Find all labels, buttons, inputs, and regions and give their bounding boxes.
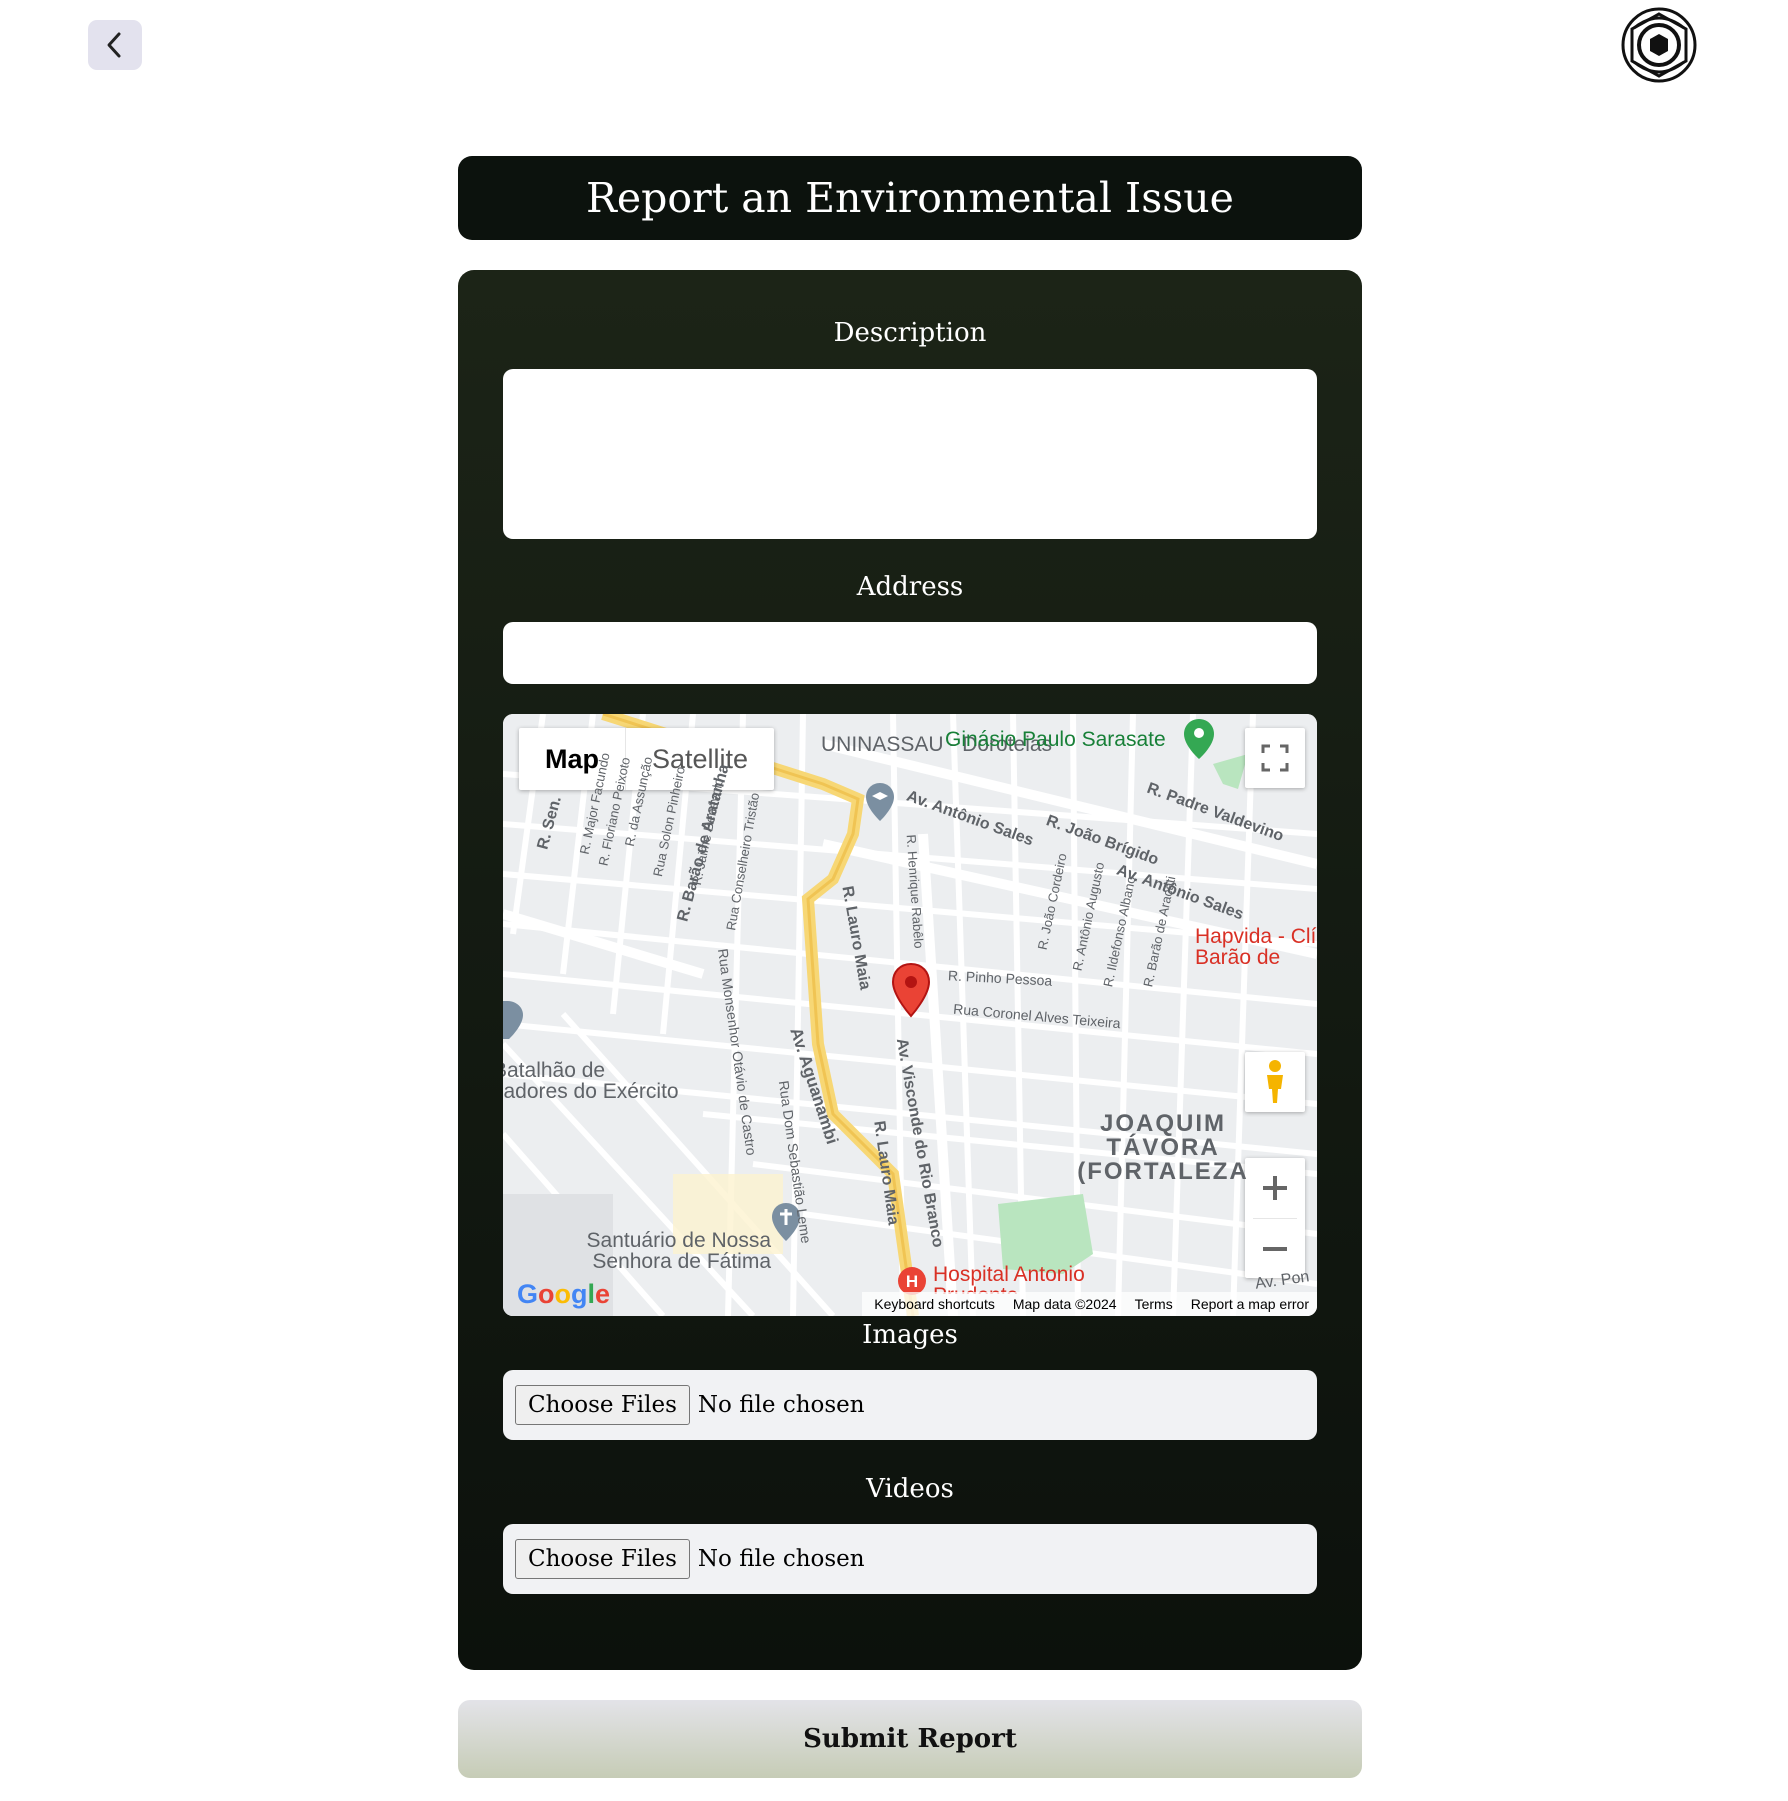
fullscreen-button[interactable] xyxy=(1245,728,1305,788)
keyboard-shortcuts-link[interactable]: Keyboard shortcuts xyxy=(874,1296,995,1312)
report-map-error-link[interactable]: Report a map error xyxy=(1191,1296,1309,1312)
back-button[interactable] xyxy=(88,20,142,70)
zoom-out-button[interactable] xyxy=(1261,1219,1289,1278)
location-map[interactable]: Map Satellite H UNINASSAU - Doroteias Gi… xyxy=(503,714,1317,1316)
poi-uninassau-label: UNINASSAU - Doroteias xyxy=(821,733,1053,756)
poi-hapvida-label: Hapvida - Clí Barão de Stu xyxy=(1195,926,1317,970)
images-file-status: No file chosen xyxy=(697,1392,865,1418)
pegman-icon xyxy=(1267,1060,1283,1103)
zoom-in-button[interactable] xyxy=(1261,1158,1289,1218)
description-field[interactable] xyxy=(503,369,1317,539)
videos-file-status: No file chosen xyxy=(697,1546,865,1572)
hexagon-badge-logo-icon xyxy=(1621,7,1697,83)
school-pin-icon xyxy=(866,783,894,821)
svg-text:H: H xyxy=(906,1272,918,1291)
map-attribution: Keyboard shortcuts Map data ©2024 Terms … xyxy=(862,1292,1317,1316)
google-logo: Google xyxy=(517,1279,611,1309)
green-poi-pin-icon xyxy=(1184,719,1214,759)
images-choose-files-button[interactable]: Choose Files xyxy=(515,1385,690,1425)
images-file-input[interactable]: Choose Files No file chosen xyxy=(503,1370,1317,1440)
poi-santuario-label: Santuário de Nossa Senhora de Fátima xyxy=(586,1229,771,1273)
street-view-pegman[interactable] xyxy=(1245,1052,1305,1112)
chevron-left-icon xyxy=(107,32,121,58)
plus-icon xyxy=(1263,1176,1287,1200)
poi-ginasio-label: Ginásio Paulo Sarasate xyxy=(945,728,1166,751)
location-marker-icon[interactable] xyxy=(891,962,931,1018)
images-label: Images xyxy=(862,1320,958,1350)
poi-hospital-label: Hospital Antonio Prudente xyxy=(933,1264,1085,1294)
report-form: Description Address Map Satellite H UNIN… xyxy=(458,270,1362,1670)
map-data-text: Map data ©2024 xyxy=(1012,1296,1117,1312)
fullscreen-icon xyxy=(1261,744,1289,772)
terms-link[interactable]: Terms xyxy=(1135,1296,1173,1312)
description-label: Description xyxy=(833,318,987,348)
videos-file-input[interactable]: Choose Files No file chosen xyxy=(503,1524,1317,1594)
military-pin-icon xyxy=(503,1001,523,1039)
poi-batalhao-label: Batalhão de cadores do Exército xyxy=(503,1059,679,1103)
videos-label: Videos xyxy=(866,1474,954,1504)
district-label: JOAQUIM TÁVORA (FORTALEZA xyxy=(1077,1110,1249,1185)
address-label: Address xyxy=(856,572,964,602)
address-field[interactable] xyxy=(503,622,1317,684)
submit-report-button[interactable]: Submit Report xyxy=(458,1700,1362,1778)
videos-choose-files-button[interactable]: Choose Files xyxy=(515,1539,690,1579)
page-title: Report an Environmental Issue xyxy=(458,156,1362,240)
minus-icon xyxy=(1263,1246,1287,1251)
zoom-control[interactable] xyxy=(1245,1158,1305,1278)
